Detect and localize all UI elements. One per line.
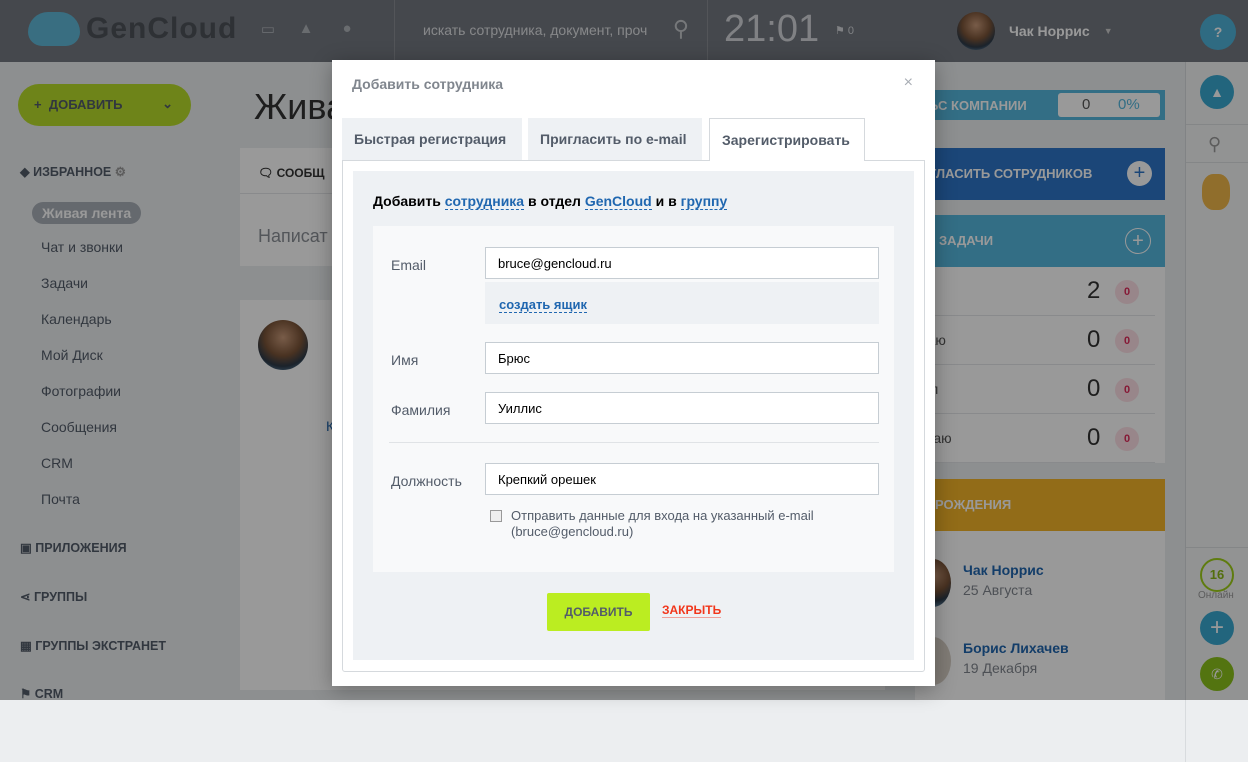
add-employee-dialog: Добавить сотрудника × Быстрая регистраци…	[332, 60, 935, 686]
name-label: Имя	[391, 352, 419, 368]
surname-field[interactable]	[485, 392, 879, 424]
assignment-line: Добавить сотрудника в отдел GenCloud и в…	[373, 193, 728, 210]
group-link[interactable]: группу	[680, 193, 728, 210]
position-field[interactable]	[485, 463, 879, 495]
surname-label: Фамилия	[391, 402, 451, 418]
employee-link[interactable]: сотрудника	[444, 193, 525, 210]
position-label: Должность	[391, 473, 462, 489]
divider	[389, 442, 879, 443]
dialog-title: Добавить сотрудника	[352, 76, 504, 92]
employee-form: Email создать ящик Имя Фамилия Должность…	[373, 226, 894, 572]
name-field[interactable]	[485, 342, 879, 374]
send-credentials-checkbox[interactable]	[490, 510, 502, 522]
tab-register[interactable]: Зарегистрировать	[709, 118, 865, 161]
email-field[interactable]	[485, 247, 879, 279]
tab-invite-email[interactable]: Пригласить по e-mail	[528, 118, 702, 160]
email-label: Email	[391, 257, 427, 273]
close-icon[interactable]: ×	[904, 74, 913, 92]
close-button[interactable]: ЗАКРЫТЬ	[662, 603, 722, 618]
create-mailbox-link[interactable]: создать ящик	[499, 297, 587, 313]
send-credentials-label[interactable]: Отправить данные для входа на указанный …	[511, 508, 814, 540]
department-link[interactable]: GenCloud	[584, 193, 652, 210]
register-panel: Добавить сотрудника в отдел GenCloud и в…	[342, 160, 925, 672]
tab-quick-registration[interactable]: Быстрая регистрация	[342, 118, 522, 160]
add-button[interactable]: ДОБАВИТЬ	[547, 593, 650, 631]
